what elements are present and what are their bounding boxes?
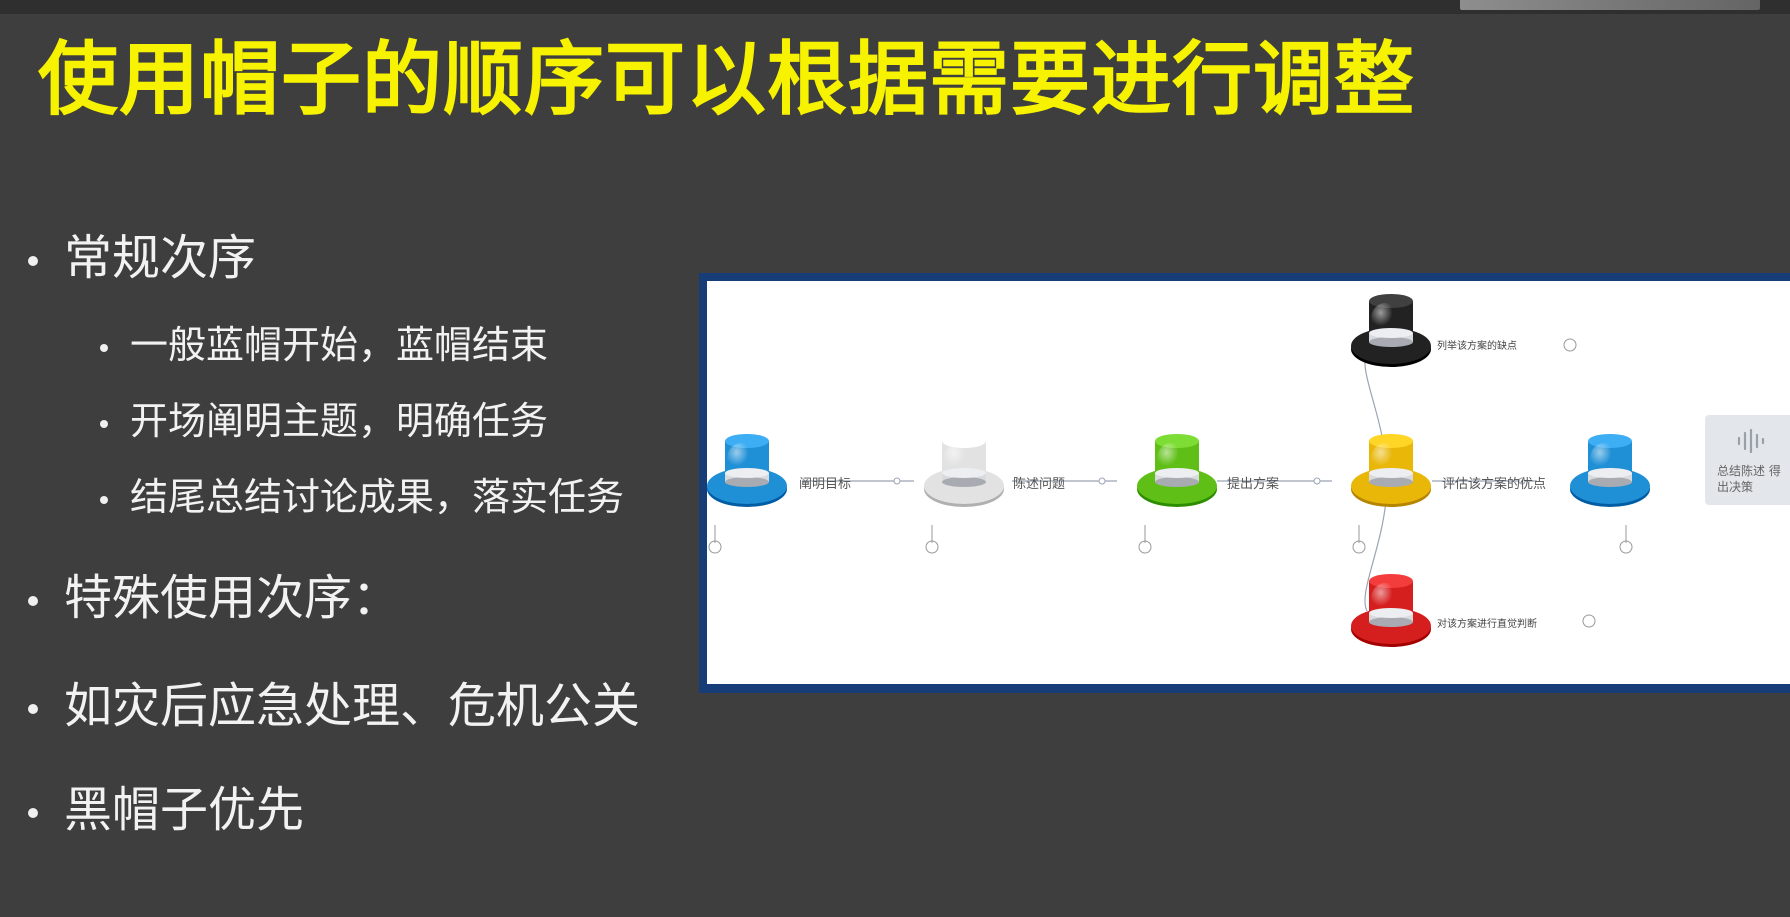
audio-wave-icon bbox=[1737, 429, 1765, 453]
bullet-item: 常规次序 bbox=[28, 228, 256, 288]
white-hat-icon bbox=[924, 434, 1004, 507]
bullet-dot bbox=[28, 808, 38, 818]
bullet-text: 常规次序 bbox=[64, 230, 257, 286]
red-hat-icon bbox=[1351, 574, 1431, 647]
bullet-item: 一般蓝帽开始，蓝帽结束 bbox=[100, 320, 548, 370]
branch-bottom-label: 对该方案进行直觉判断 bbox=[1437, 619, 1537, 630]
bullet-text: 结尾总结讨论成果，落实任务 bbox=[130, 475, 625, 519]
bullet-item: 特殊使用次序： bbox=[28, 568, 400, 628]
bullet-item: 黑帽子优先 bbox=[28, 780, 304, 840]
bullet-item: 如灾后应急处理、危机公关 bbox=[28, 676, 640, 736]
bullet-dot bbox=[28, 256, 38, 266]
node-label: 阐明目标 bbox=[799, 477, 852, 492]
bullet-text: 特殊使用次序： bbox=[64, 570, 401, 626]
bullet-dot bbox=[28, 704, 38, 714]
hat-sequence-diagram: 阐明目标 陈述问题 提出方案 评估该方案的优点 列举该方案的缺点 对该方案进行直… bbox=[699, 273, 1790, 693]
green-hat-icon bbox=[1137, 434, 1217, 507]
bullet-item: 结尾总结讨论成果，落实任务 bbox=[100, 472, 624, 522]
bullet-item: 开场阐明主题，明确任务 bbox=[100, 396, 548, 446]
black-hat-icon bbox=[1351, 294, 1431, 367]
bullet-text: 开场阐明主题，明确任务 bbox=[130, 399, 549, 443]
branch-top-label: 列举该方案的缺点 bbox=[1437, 341, 1517, 352]
node-label: 陈述问题 bbox=[1013, 477, 1066, 492]
side-panel-text: 总结陈述 得出决策 bbox=[1717, 464, 1781, 494]
diagram-canvas: 阐明目标 陈述问题 提出方案 评估该方案的优点 列举该方案的缺点 对该方案进行直… bbox=[707, 281, 1790, 684]
blue-hat-icon bbox=[1570, 434, 1650, 507]
bullet-text: 一般蓝帽开始，蓝帽结束 bbox=[130, 323, 549, 367]
bullet-text: 如灾后应急处理、危机公关 bbox=[64, 678, 641, 734]
bullet-text: 黑帽子优先 bbox=[64, 782, 305, 838]
side-panel[interactable]: 总结陈述 得出决策 bbox=[1705, 415, 1790, 505]
node-label: 提出方案 bbox=[1227, 477, 1280, 492]
bullet-dot bbox=[100, 495, 108, 504]
slide-title: 使用帽子的顺序可以根据需要进行调整 bbox=[38, 33, 1415, 126]
bullet-dot bbox=[100, 419, 108, 428]
blue-hat-icon bbox=[707, 434, 787, 507]
bullet-dot bbox=[100, 343, 108, 352]
bullet-dot bbox=[28, 596, 38, 606]
watermark-logo bbox=[1460, 0, 1760, 10]
yellow-hat-icon bbox=[1351, 434, 1431, 507]
node-label: 评估该方案的优点 bbox=[1442, 477, 1547, 492]
